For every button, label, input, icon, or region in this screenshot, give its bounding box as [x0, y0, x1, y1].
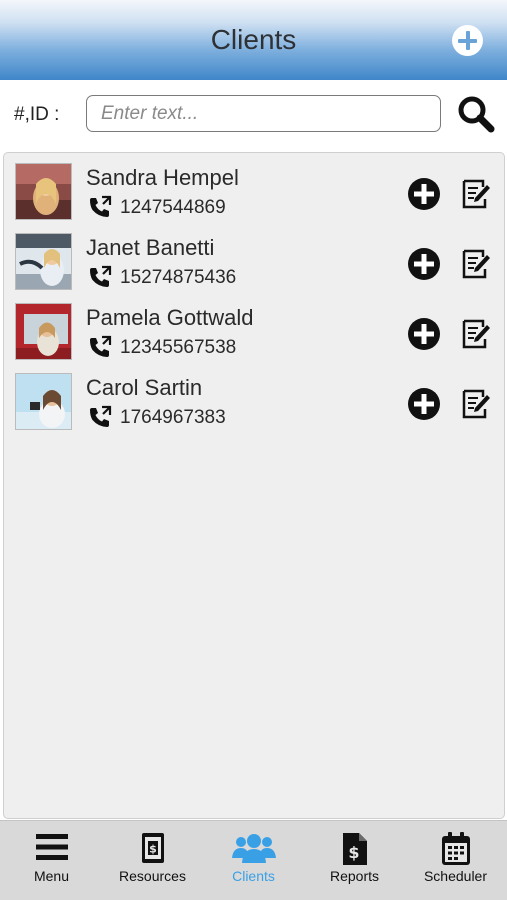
client-photo [16, 234, 71, 289]
plus-circle-icon [408, 178, 440, 210]
edit-button[interactable] [459, 177, 493, 211]
bottom-tab-bar: Menu $ Resources Clients $ Reports Sched… [0, 820, 507, 900]
add-button[interactable] [407, 387, 441, 421]
client-name: Janet Banetti [86, 235, 215, 260]
tab-label: Reports [329, 868, 380, 884]
tab-reports[interactable]: $ Reports [304, 821, 405, 901]
phone-icon [90, 405, 112, 427]
edit-note-icon [462, 179, 490, 209]
svg-text:$: $ [149, 843, 157, 856]
client-photo [16, 374, 71, 429]
plus-circle-icon [408, 388, 440, 420]
client-row[interactable]: Carol Sartin 1764967383 [4, 363, 504, 433]
client-avatar[interactable] [15, 163, 72, 220]
clients-icon [231, 834, 276, 863]
add-client-button[interactable] [452, 25, 483, 56]
client-avatar[interactable] [15, 233, 72, 290]
plus-circle-icon [408, 318, 440, 350]
phone-icon [90, 265, 112, 287]
page-title: Clients [210, 24, 297, 55]
client-avatar[interactable] [15, 303, 72, 360]
search-icon [458, 96, 495, 133]
plus-circle-icon [408, 248, 440, 280]
client-phone: 12345567538 [120, 337, 237, 358]
tab-label: Clients [232, 868, 275, 884]
search-label: #,ID : [14, 104, 60, 125]
edit-button[interactable] [459, 317, 493, 351]
phone-icon [90, 335, 112, 357]
tab-label: Scheduler [423, 868, 488, 884]
edit-button[interactable] [459, 247, 493, 281]
tab-label: Menu [33, 868, 70, 884]
edit-note-icon [462, 249, 490, 279]
client-phone: 1247544869 [120, 197, 226, 218]
add-button[interactable] [407, 317, 441, 351]
client-name: Carol Sartin [86, 375, 203, 400]
edit-button[interactable] [459, 387, 493, 421]
add-button[interactable] [407, 247, 441, 281]
client-photo [16, 304, 71, 359]
client-avatar[interactable] [15, 373, 72, 430]
tab-scheduler[interactable]: Scheduler [405, 821, 506, 901]
tab-menu[interactable]: Menu [1, 821, 102, 901]
client-name: Pamela Gottwald [86, 305, 254, 330]
header-bar: Clients [0, 0, 507, 80]
search-input[interactable] [86, 95, 441, 132]
menu-icon [35, 834, 68, 860]
edit-note-icon [462, 319, 490, 349]
client-row[interactable]: Pamela Gottwald 12345567538 [4, 293, 504, 363]
tab-label: Resources [119, 868, 186, 884]
tab-resources[interactable]: $ Resources [102, 821, 203, 901]
phone-icon [90, 195, 112, 217]
search-button[interactable] [456, 94, 496, 134]
svg-text:$: $ [348, 843, 359, 862]
add-button[interactable] [407, 177, 441, 211]
resources-icon: $ [141, 833, 164, 863]
client-phone: 15274875436 [120, 267, 237, 288]
search-bar: #,ID : [0, 80, 507, 150]
reports-icon: $ [342, 833, 367, 865]
client-name: Sandra Hempel [86, 165, 239, 190]
client-phone: 1764967383 [120, 407, 226, 428]
edit-note-icon [462, 389, 490, 419]
calendar-icon [441, 832, 470, 865]
tab-clients[interactable]: Clients [203, 821, 304, 901]
client-list: Sandra Hempel 1247544869 Janet Banetti 1… [3, 152, 505, 819]
client-row[interactable]: Janet Banetti 15274875436 [4, 223, 504, 293]
client-row[interactable]: Sandra Hempel 1247544869 [4, 153, 504, 223]
client-photo [16, 164, 71, 219]
